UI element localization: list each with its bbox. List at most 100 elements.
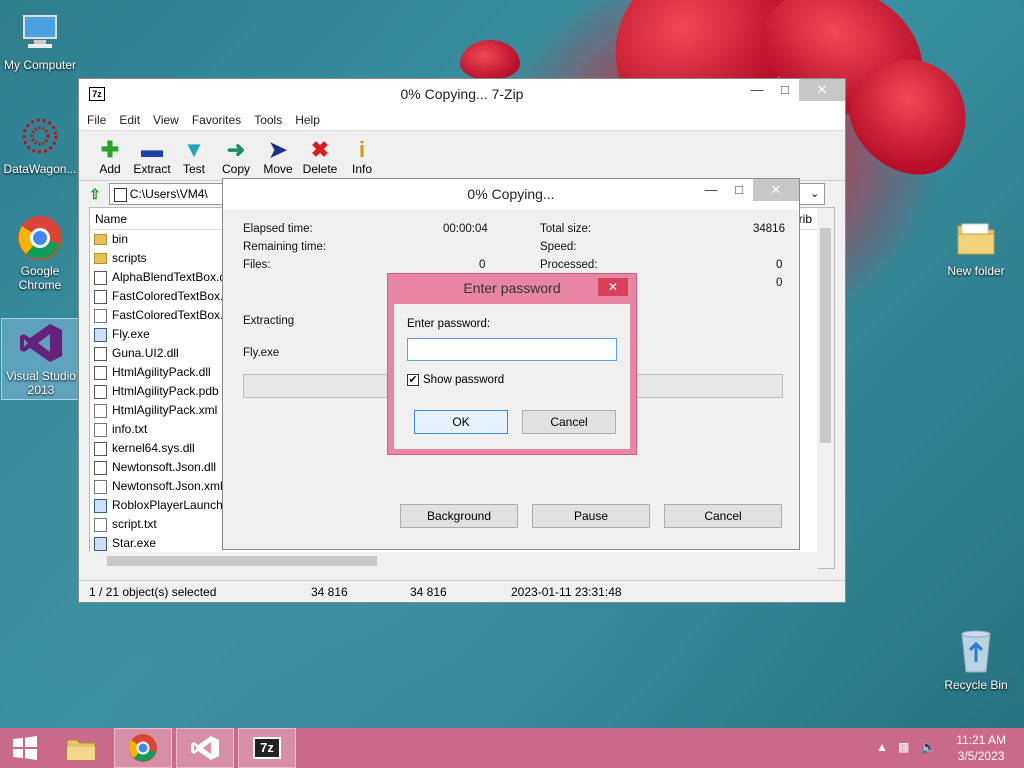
file-name: Guna.UI2.dll	[112, 346, 179, 360]
files-value: 0	[479, 259, 486, 271]
elapsed-value: 00:00:04	[443, 223, 488, 235]
file-name: HtmlAgilityPack.dll	[112, 365, 211, 379]
desktop-icon-label: Visual Studio 2013	[6, 369, 76, 397]
file-name: info.txt	[112, 422, 148, 436]
wallpaper-petal	[460, 40, 520, 80]
chevron-down-icon[interactable]: ⌄	[806, 184, 824, 204]
desktop-icon-recycle-bin[interactable]: Recycle Bin	[936, 628, 1016, 692]
maximize-button[interactable]: □	[725, 179, 753, 201]
column-name[interactable]: Name	[90, 212, 220, 226]
folder-icon	[66, 739, 96, 761]
visual-studio-icon	[191, 736, 219, 760]
current-file: Fly.exe	[243, 347, 280, 359]
test-button[interactable]: ▼ Test	[173, 138, 215, 180]
show-hidden-icons-icon[interactable]: ▲	[876, 740, 888, 754]
file-icon	[94, 422, 107, 437]
minimize-button[interactable]: —	[743, 79, 771, 101]
desktop-icon-datawagon[interactable]: DataWagon...	[0, 112, 80, 176]
taskbar-chrome[interactable]	[114, 728, 172, 768]
file-name: scripts	[112, 251, 147, 265]
status-size: 34 816	[311, 584, 348, 599]
desktop-icon-visual-studio[interactable]: Visual Studio 2013	[1, 318, 81, 400]
file-icon	[94, 308, 107, 323]
ok-button[interactable]: OK	[414, 410, 508, 434]
speed-label: Speed:	[540, 241, 577, 253]
volume-icon[interactable]: 🔈	[921, 740, 936, 754]
info-button[interactable]: i Info	[341, 138, 383, 180]
exe-file-icon	[94, 498, 107, 513]
menu-tools[interactable]: Tools	[254, 113, 282, 127]
password-dialog-titlebar[interactable]: Enter password ✕	[388, 274, 636, 302]
up-folder-icon[interactable]: ⇧	[89, 186, 101, 203]
folder-icon	[94, 253, 107, 264]
menu-view[interactable]: View	[153, 113, 179, 127]
7zip-icon: 7z	[253, 737, 281, 759]
clock-time: 11:21 AM	[956, 733, 1006, 747]
checkmark-icon: ✔	[407, 374, 419, 386]
background-button[interactable]: Background	[400, 504, 518, 528]
datawagon-icon	[16, 112, 64, 160]
close-button[interactable]: ✕	[598, 278, 628, 296]
check-icon: ▼	[183, 137, 205, 162]
extract-button[interactable]: ▬ Extract	[131, 138, 173, 180]
elapsed-label: Elapsed time:	[243, 223, 313, 235]
maximize-button[interactable]: □	[771, 79, 799, 101]
menu-file[interactable]: File	[87, 113, 106, 127]
arrow-right-icon: ➜	[226, 137, 246, 162]
cancel-button[interactable]: Cancel	[522, 410, 616, 434]
move-button[interactable]: ➤ Move	[257, 138, 299, 180]
file-name: Newtonsoft.Json.xml	[112, 479, 223, 493]
taskbar-visual-studio[interactable]	[176, 728, 234, 768]
horizontal-scrollbar[interactable]	[89, 552, 818, 569]
total-size-value: 34816	[753, 223, 785, 235]
minimize-button[interactable]: —	[697, 179, 725, 201]
file-name: Star.exe	[112, 536, 157, 550]
menu-favorites[interactable]: Favorites	[192, 113, 241, 127]
desktop-icon-my-computer[interactable]: My Computer	[0, 8, 80, 72]
network-icon[interactable]: ▩	[898, 740, 909, 754]
taskbar-7zip[interactable]: 7z	[238, 728, 296, 768]
pause-button[interactable]: Pause	[532, 504, 650, 528]
file-name: kernel64.sys.dll	[112, 441, 195, 455]
add-button[interactable]: ✚ Add	[89, 138, 131, 180]
taskbar-file-explorer[interactable]	[52, 728, 110, 768]
start-button[interactable]	[0, 728, 50, 768]
compressed-value: 0	[776, 277, 783, 289]
file-icon	[94, 270, 107, 285]
file-name: FastColoredTextBox.x	[112, 308, 230, 322]
file-name: FastColoredTextBox.d	[112, 289, 231, 303]
status-bar: 1 / 21 object(s) selected 34 816 34 816 …	[79, 580, 845, 602]
vertical-scrollbar[interactable]	[817, 208, 834, 568]
main-window-titlebar[interactable]: 7z 0% Copying... 7-Zip — □ ✕	[79, 79, 845, 109]
action-label: Extracting	[243, 315, 295, 327]
cancel-copy-button[interactable]: Cancel	[664, 504, 782, 528]
minus-icon: ▬	[141, 137, 163, 162]
delete-button[interactable]: ✖ Delete	[299, 138, 341, 180]
file-name: script.txt	[112, 517, 157, 531]
visual-studio-icon	[17, 319, 65, 367]
desktop-icon-google-chrome[interactable]: Google Chrome	[0, 214, 80, 292]
file-icon	[94, 441, 107, 456]
menu-edit[interactable]: Edit	[119, 113, 140, 127]
exe-file-icon	[94, 327, 107, 342]
file-name: RobloxPlayerLaunche	[112, 498, 230, 512]
clock[interactable]: 11:21 AM 3/5/2023	[956, 732, 1006, 764]
copy-button[interactable]: ➜ Copy	[215, 138, 257, 180]
close-button[interactable]: ✕	[799, 79, 845, 101]
file-name: bin	[112, 232, 129, 246]
password-input[interactable]	[407, 338, 617, 361]
status-selection: 1 / 21 object(s) selected	[89, 584, 217, 599]
exe-file-icon	[94, 536, 107, 551]
file-name: Fly.exe	[112, 327, 150, 341]
copying-dialog-titlebar[interactable]: 0% Copying... — □ ✕	[223, 179, 799, 209]
close-button[interactable]: ✕	[753, 179, 799, 201]
menu-bar: File Edit View Favorites Tools Help	[79, 109, 845, 131]
menu-help[interactable]: Help	[295, 113, 320, 127]
show-password-checkbox[interactable]: ✔ Show password	[407, 374, 504, 386]
file-icon	[94, 346, 107, 361]
total-size-label: Total size:	[540, 223, 592, 235]
window-title: 0% Copying... 7-Zip	[400, 86, 524, 102]
desktop-icon-new-folder[interactable]: New folder	[936, 214, 1016, 278]
file-icon	[94, 365, 107, 380]
info-icon: i	[358, 137, 366, 162]
